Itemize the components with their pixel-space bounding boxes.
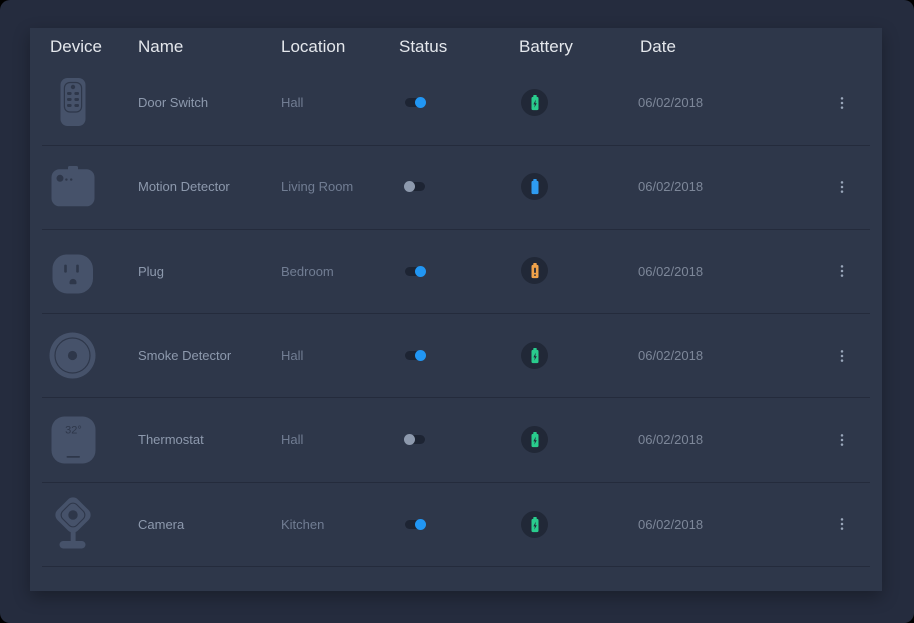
- svg-text:32°: 32°: [65, 425, 82, 437]
